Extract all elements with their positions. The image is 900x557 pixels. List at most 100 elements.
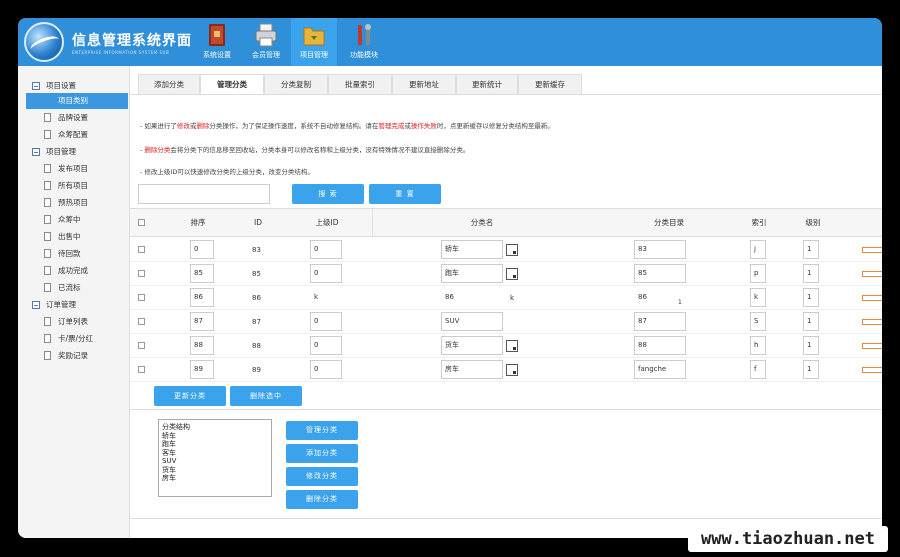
level-input[interactable]: 1 [803, 360, 819, 379]
list-item[interactable]: 分类结构 [162, 423, 268, 432]
sidebar-group-order-management[interactable]: 订单管理 [32, 297, 128, 313]
parent-id-input[interactable]: 0 [310, 312, 342, 331]
sort-input[interactable]: 88 [190, 336, 214, 355]
category-dir-input[interactable]: 86 [634, 288, 650, 307]
list-item[interactable]: 客车 [162, 449, 268, 458]
index-input[interactable]: S [750, 312, 766, 331]
sidebar-group-project-settings[interactable]: 项目设置 [32, 78, 128, 94]
tab-update-address[interactable]: 更新地址 [392, 74, 456, 94]
list-item[interactable]: 跑车 [162, 440, 268, 449]
category-dir-input[interactable]: 88 [634, 336, 686, 355]
sidebar-item-all-projects[interactable]: 所有项目 [42, 178, 128, 194]
sidebar-item-brand-settings[interactable]: 品牌设置 [42, 110, 128, 126]
sidebar-item-pending-payment[interactable]: 待回款 [42, 246, 128, 262]
sidebar-item-completed[interactable]: 成功完成 [42, 263, 128, 279]
tab-copy-category[interactable]: 分类复制 [264, 74, 328, 94]
parent-id-input[interactable]: k [310, 288, 338, 307]
parent-id-input[interactable]: 0 [310, 264, 342, 283]
sidebar-item-order-list[interactable]: 订单列表 [42, 314, 128, 330]
nav-project-management[interactable]: 项目管理 [291, 18, 337, 66]
sidebar-item-card-ticket-dividend[interactable]: 卡/票/分红 [42, 331, 128, 347]
tab-batch-index[interactable]: 批量索引 [328, 74, 392, 94]
row-checkbox[interactable] [138, 342, 145, 349]
sidebar-item-on-sale[interactable]: 出售中 [42, 229, 128, 245]
add-category-button[interactable]: 添加分类 [286, 444, 358, 463]
index-input[interactable]: h [750, 336, 766, 355]
tip-highlight: 修改 [176, 122, 190, 130]
row-checkbox[interactable] [138, 246, 145, 253]
row-checkbox[interactable] [138, 366, 145, 373]
nav-system-settings[interactable]: 系统设置 [194, 18, 240, 66]
category-dir-input[interactable]: 83 [634, 240, 686, 259]
operation-button[interactable] [862, 295, 882, 301]
color-picker-icon[interactable] [506, 340, 518, 352]
row-checkbox[interactable] [138, 318, 145, 325]
row-checkbox[interactable] [138, 294, 145, 301]
index-input[interactable]: k [750, 288, 766, 307]
color-picker-icon[interactable] [506, 268, 518, 280]
category-name-input[interactable]: 货车 [441, 336, 503, 355]
category-dir-input[interactable]: 85 [634, 264, 686, 283]
sidebar-item-crowdfunding[interactable]: 众筹中 [42, 212, 128, 228]
nav-function-modules[interactable]: 功能模块 [341, 18, 387, 66]
level-input[interactable]: 1 [803, 240, 819, 259]
list-item[interactable]: 轿车 [162, 432, 268, 441]
operation-button[interactable] [862, 271, 882, 277]
parent-id-input[interactable]: 0 [310, 336, 342, 355]
delete-selected-button[interactable]: 删除选中 [230, 386, 302, 406]
nav-member-management[interactable]: 会员管理 [243, 18, 289, 66]
operation-button[interactable] [862, 343, 882, 349]
sidebar-group-project-management[interactable]: 项目管理 [32, 144, 128, 160]
category-dir-input[interactable]: 87 [634, 312, 686, 331]
select-all-checkbox[interactable] [138, 219, 145, 226]
level-input[interactable]: 1 [803, 312, 819, 331]
sidebar-item-publish-project[interactable]: 发布项目 [42, 161, 128, 177]
category-name-input[interactable]: 轿车 [441, 240, 503, 259]
manage-category-button[interactable]: 管理分类 [286, 421, 358, 440]
search-input[interactable] [138, 184, 270, 204]
tab-update-cache[interactable]: 更新缓存 [518, 74, 582, 94]
update-category-button[interactable]: 更新分类 [154, 386, 226, 406]
sidebar-item-reward-records[interactable]: 奖励记录 [42, 348, 128, 364]
delete-category-button[interactable]: 删除分类 [286, 490, 358, 509]
search-button[interactable]: 搜 索 [292, 184, 364, 204]
list-item[interactable]: 房车 [162, 474, 268, 483]
color-picker-icon[interactable] [506, 244, 518, 256]
level-input[interactable]: 1 [803, 336, 819, 355]
tab-update-stats[interactable]: 更新统计 [456, 74, 518, 94]
category-dir-input[interactable]: fangche [634, 360, 686, 379]
sidebar-item-failed[interactable]: 已流标 [42, 280, 128, 296]
index-input[interactable]: f [750, 360, 766, 379]
tab-manage-category[interactable]: 管理分类 [200, 74, 264, 95]
list-item[interactable]: 货车 [162, 466, 268, 475]
category-tree-listbox[interactable]: 分类结构 轿车 跑车 客车 SUV 货车 房车 [158, 419, 272, 497]
tab-add-category[interactable]: 添加分类 [138, 74, 200, 94]
level-input[interactable]: 1 [803, 288, 819, 307]
color-picker-icon[interactable] [506, 364, 518, 376]
sidebar-item-crowdfunding-config[interactable]: 众筹配置 [42, 127, 128, 143]
index-input[interactable]: j [750, 240, 766, 259]
sidebar-item-project-category[interactable]: 项目类别 [26, 93, 128, 109]
operation-button[interactable] [862, 247, 882, 253]
category-name-input[interactable]: SUV [441, 312, 503, 331]
parent-id-input[interactable]: 0 [310, 360, 342, 379]
row-checkbox[interactable] [138, 270, 145, 277]
sort-input[interactable]: 85 [190, 264, 214, 283]
index-input[interactable]: p [750, 264, 766, 283]
sort-input[interactable]: 87 [190, 312, 214, 331]
nav-label: 功能模块 [350, 51, 378, 59]
category-name-input[interactable]: 房车 [441, 360, 503, 379]
operation-button[interactable] [862, 367, 882, 373]
reset-button[interactable]: 重 置 [369, 184, 441, 204]
edit-category-button[interactable]: 修改分类 [286, 467, 358, 486]
parent-id-input[interactable]: 0 [310, 240, 342, 259]
sidebar-item-preheat-projects[interactable]: 预热项目 [42, 195, 128, 211]
sort-input[interactable]: 86 [190, 288, 214, 307]
level-input[interactable]: 1 [803, 264, 819, 283]
category-name-input[interactable]: 跑车 [441, 264, 503, 283]
sort-input[interactable]: 89 [190, 360, 214, 379]
category-name-input[interactable]: 86 [441, 288, 491, 307]
operation-button[interactable] [862, 319, 882, 325]
sort-input[interactable]: 0 [190, 240, 214, 259]
list-item[interactable]: SUV [162, 457, 268, 466]
